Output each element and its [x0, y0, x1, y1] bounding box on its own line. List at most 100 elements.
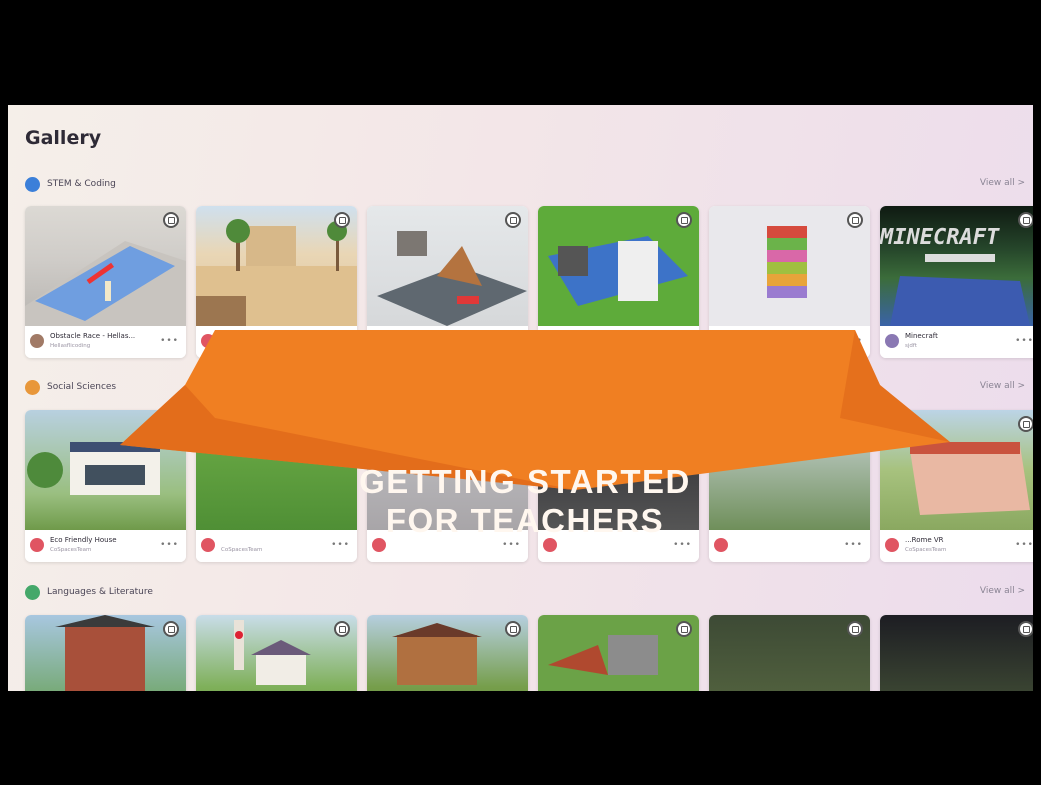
letterbox-top	[0, 0, 1041, 105]
section-label: Languages & Literature	[47, 587, 153, 597]
project-card[interactable]: Catapult CoSpacesTeam •••	[367, 206, 528, 358]
card-row-stem: Obstacle Race - Hellas... Hellasflicodin…	[25, 206, 1033, 358]
card-meta: Eco Friendly House CoSpacesTeam •••	[25, 530, 186, 562]
vr-badge-icon	[847, 212, 863, 228]
avatar	[543, 538, 557, 552]
project-thumbnail	[709, 206, 870, 326]
more-options-icon[interactable]: •••	[160, 336, 179, 346]
project-thumbnail	[880, 615, 1033, 691]
vr-badge-icon	[505, 416, 521, 432]
project-card[interactable]: Eco Friendly House CoSpacesTeam •••	[25, 410, 186, 562]
gallery-page: Gallery STEM & Coding View all > Obstacl…	[8, 105, 1033, 691]
svg-text:MINECRAFT: MINECRAFT	[880, 225, 1000, 250]
project-card[interactable]: ...Rome VR CoSpacesTeam •••	[880, 410, 1033, 562]
flask-icon	[25, 176, 40, 192]
card-author: Hellasflicoding	[50, 343, 91, 349]
vr-badge-icon	[163, 621, 179, 637]
card-title: ...Rome VR	[905, 536, 944, 544]
project-card[interactable]: MINECRAFT Minecraft sjdft •••	[880, 206, 1033, 358]
card-title: Colorful Jenga	[734, 332, 783, 340]
project-card[interactable]: Colorful Jenga CoSpacesTeam •••	[709, 206, 870, 358]
avatar	[714, 334, 728, 348]
avatar	[30, 538, 44, 552]
avatar	[543, 334, 557, 348]
vr-badge-icon	[163, 212, 179, 228]
card-author: CoSpacesTeam	[50, 547, 92, 553]
card-title: VR Adventure Game	[221, 332, 293, 340]
card-meta: ...Rome VR CoSpacesTeam •••	[880, 530, 1033, 562]
vr-badge-icon	[1018, 416, 1033, 432]
project-card[interactable]	[709, 615, 870, 691]
more-options-icon[interactable]: •••	[331, 336, 350, 346]
vr-badge-icon	[334, 212, 350, 228]
project-card[interactable]: Wipeout by TheBamo... TheBamoAndBen •••	[538, 206, 699, 358]
avatar	[201, 334, 215, 348]
project-thumbnail	[367, 206, 528, 326]
project-thumbnail	[196, 206, 357, 326]
view-all-link[interactable]: View all >	[980, 381, 1025, 391]
section-label: STEM & Coding	[47, 179, 116, 189]
vr-badge-icon	[676, 621, 692, 637]
avatar	[30, 334, 44, 348]
project-card[interactable]	[538, 615, 699, 691]
vr-badge-icon	[676, 416, 692, 432]
more-options-icon[interactable]: •••	[673, 540, 692, 550]
card-title: Minecraft	[905, 332, 938, 340]
letterbox-bottom	[0, 691, 1041, 785]
vr-badge-icon	[334, 621, 350, 637]
more-options-icon[interactable]: •••	[502, 540, 521, 550]
view-all-link[interactable]: View all >	[980, 586, 1025, 596]
project-thumbnail	[709, 615, 870, 691]
view-all-link[interactable]: View all >	[980, 178, 1025, 188]
project-thumbnail	[25, 410, 186, 530]
promo-banner-text: GETTING STARTED FOR TEACHERS	[300, 462, 750, 540]
section-header-social: Social Sciences	[25, 378, 116, 396]
smile-icon	[25, 379, 40, 395]
vr-badge-icon	[334, 416, 350, 432]
project-thumbnail	[25, 206, 186, 326]
card-meta: Colorful Jenga CoSpacesTeam •••	[709, 326, 870, 358]
project-card[interactable]: Obstacle Race - Hellas... Hellasflicodin…	[25, 206, 186, 358]
vr-badge-icon	[847, 621, 863, 637]
project-thumbnail	[367, 615, 528, 691]
banner-line-1: GETTING STARTED	[359, 463, 691, 500]
vr-badge-icon	[505, 212, 521, 228]
more-options-icon[interactable]: •••	[502, 336, 521, 346]
more-options-icon[interactable]: •••	[844, 540, 863, 550]
card-title: Eco Friendly House	[50, 536, 117, 544]
project-thumbnail	[880, 410, 1033, 530]
project-thumbnail: MINECRAFT	[880, 206, 1033, 326]
project-card[interactable]: VR Adventure Game CoSpacesTeam •••	[196, 206, 357, 358]
more-options-icon[interactable]: •••	[1015, 336, 1033, 346]
book-icon	[25, 584, 40, 600]
more-options-icon[interactable]: •••	[331, 540, 350, 550]
avatar	[372, 334, 386, 348]
card-title: Catapult	[392, 332, 422, 340]
vr-badge-icon	[1018, 212, 1033, 228]
project-card[interactable]	[25, 615, 186, 691]
project-card[interactable]	[196, 615, 357, 691]
video-frame: Gallery STEM & Coding View all > Obstacl…	[0, 0, 1041, 785]
card-meta: Catapult CoSpacesTeam •••	[367, 326, 528, 358]
project-card[interactable]	[880, 615, 1033, 691]
project-thumbnail	[25, 615, 186, 691]
more-options-icon[interactable]: •••	[160, 540, 179, 550]
banner-line-2: FOR TEACHERS	[385, 502, 665, 539]
section-label: Social Sciences	[47, 382, 117, 392]
card-author: CoSpacesTeam	[392, 343, 434, 349]
more-options-icon[interactable]: •••	[673, 336, 692, 346]
project-thumbnail	[538, 206, 699, 326]
vr-badge-icon	[163, 416, 179, 432]
card-author: CoSpacesTeam	[221, 547, 263, 553]
avatar	[201, 538, 215, 552]
card-title: Wipeout by TheBamo...	[563, 332, 645, 340]
section-header-languages: Languages & Literature	[25, 583, 153, 601]
letterbox-left	[0, 0, 8, 785]
card-meta: Obstacle Race - Hellas... Hellasflicodin…	[25, 326, 186, 358]
card-meta: Minecraft sjdft •••	[880, 326, 1033, 358]
vr-badge-icon	[1018, 621, 1033, 637]
project-card[interactable]	[367, 615, 528, 691]
more-options-icon[interactable]: •••	[1015, 540, 1033, 550]
more-options-icon[interactable]: •••	[844, 336, 863, 346]
avatar	[714, 538, 728, 552]
